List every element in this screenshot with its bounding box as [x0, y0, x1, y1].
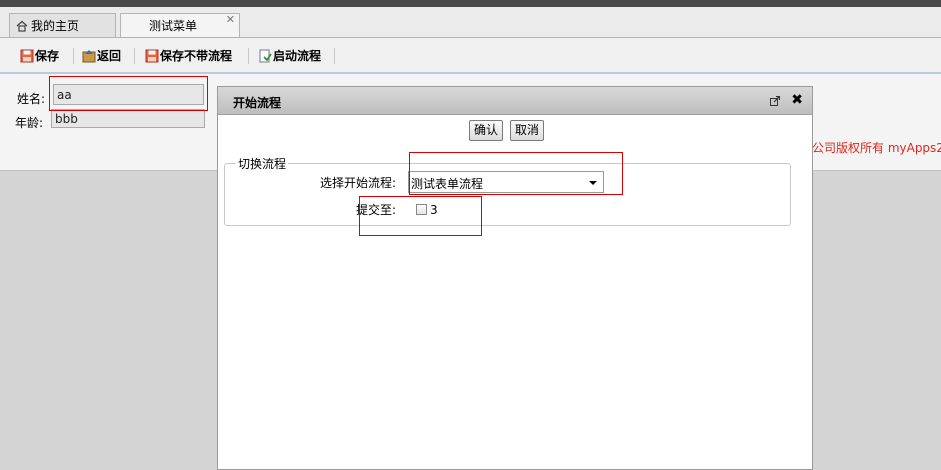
home-icon — [16, 20, 28, 32]
close-icon[interactable]: ✖ — [791, 92, 803, 108]
cancel-button[interactable]: 取消 — [510, 120, 545, 141]
toolbar-divider — [334, 48, 335, 64]
start-flow-button[interactable]: 启动流程 — [258, 47, 321, 65]
select-flow-label: 选择开始流程: — [320, 176, 397, 190]
top-bar — [0, 0, 941, 7]
toolbar-divider — [248, 48, 249, 64]
save-icon — [145, 49, 159, 63]
back-button[interactable]: 返回 — [82, 47, 121, 65]
confirm-button[interactable]: 确认 — [469, 120, 504, 141]
start-flow-label: 启动流程 — [273, 49, 322, 63]
tab-close-icon[interactable]: ✕ — [226, 9, 235, 31]
flow-select-value: 测试表单流程 — [411, 177, 484, 191]
submit-to-checkbox[interactable] — [416, 204, 427, 215]
toolbar-divider — [73, 48, 74, 64]
back-button-label: 返回 — [97, 49, 122, 63]
start-flow-icon — [259, 49, 272, 63]
tab-test-menu[interactable]: 测试菜单 ✕ — [120, 13, 240, 37]
tab-strip: 我的主页 测试菜单 ✕ — [0, 7, 941, 38]
fieldset-legend: 切换流程 — [236, 155, 289, 172]
tab-test-menu-label: 测试菜单 — [148, 18, 197, 33]
dialog-title-bar[interactable]: 开始流程 ✖ — [218, 87, 812, 115]
name-label: 姓名: — [17, 92, 46, 106]
toolbar: 保存 返回 保存不带流程 启动流程 — [0, 38, 941, 74]
popout-icon[interactable] — [770, 96, 780, 106]
age-label: 年龄: — [15, 116, 44, 130]
submit-to-option-label: 3 — [430, 203, 438, 217]
flow-select[interactable]: 测试表单流程 — [408, 171, 604, 193]
save-without-flow-label: 保存不带流程 — [160, 49, 233, 63]
back-icon — [82, 50, 96, 63]
copyright-text: 公司版权所有 myApps2 — [812, 141, 941, 155]
name-input[interactable] — [53, 84, 204, 105]
toolbar-divider — [134, 48, 135, 64]
save-without-flow-button[interactable]: 保存不带流程 — [145, 47, 232, 65]
age-input[interactable] — [51, 109, 205, 128]
start-flow-dialog: 开始流程 ✖ 确认 取消 切换流程 选择开始流程: 测试表单流程 提交至: 3 — [217, 86, 813, 470]
save-button-label: 保存 — [35, 49, 60, 63]
tab-home-label: 我的主页 — [31, 18, 80, 33]
submit-to-label: 提交至: — [356, 203, 397, 217]
save-icon — [20, 49, 34, 63]
save-button[interactable]: 保存 — [20, 47, 59, 65]
tab-home[interactable]: 我的主页 — [9, 13, 116, 37]
chevron-down-icon — [589, 181, 597, 185]
dialog-title: 开始流程 — [233, 96, 282, 110]
